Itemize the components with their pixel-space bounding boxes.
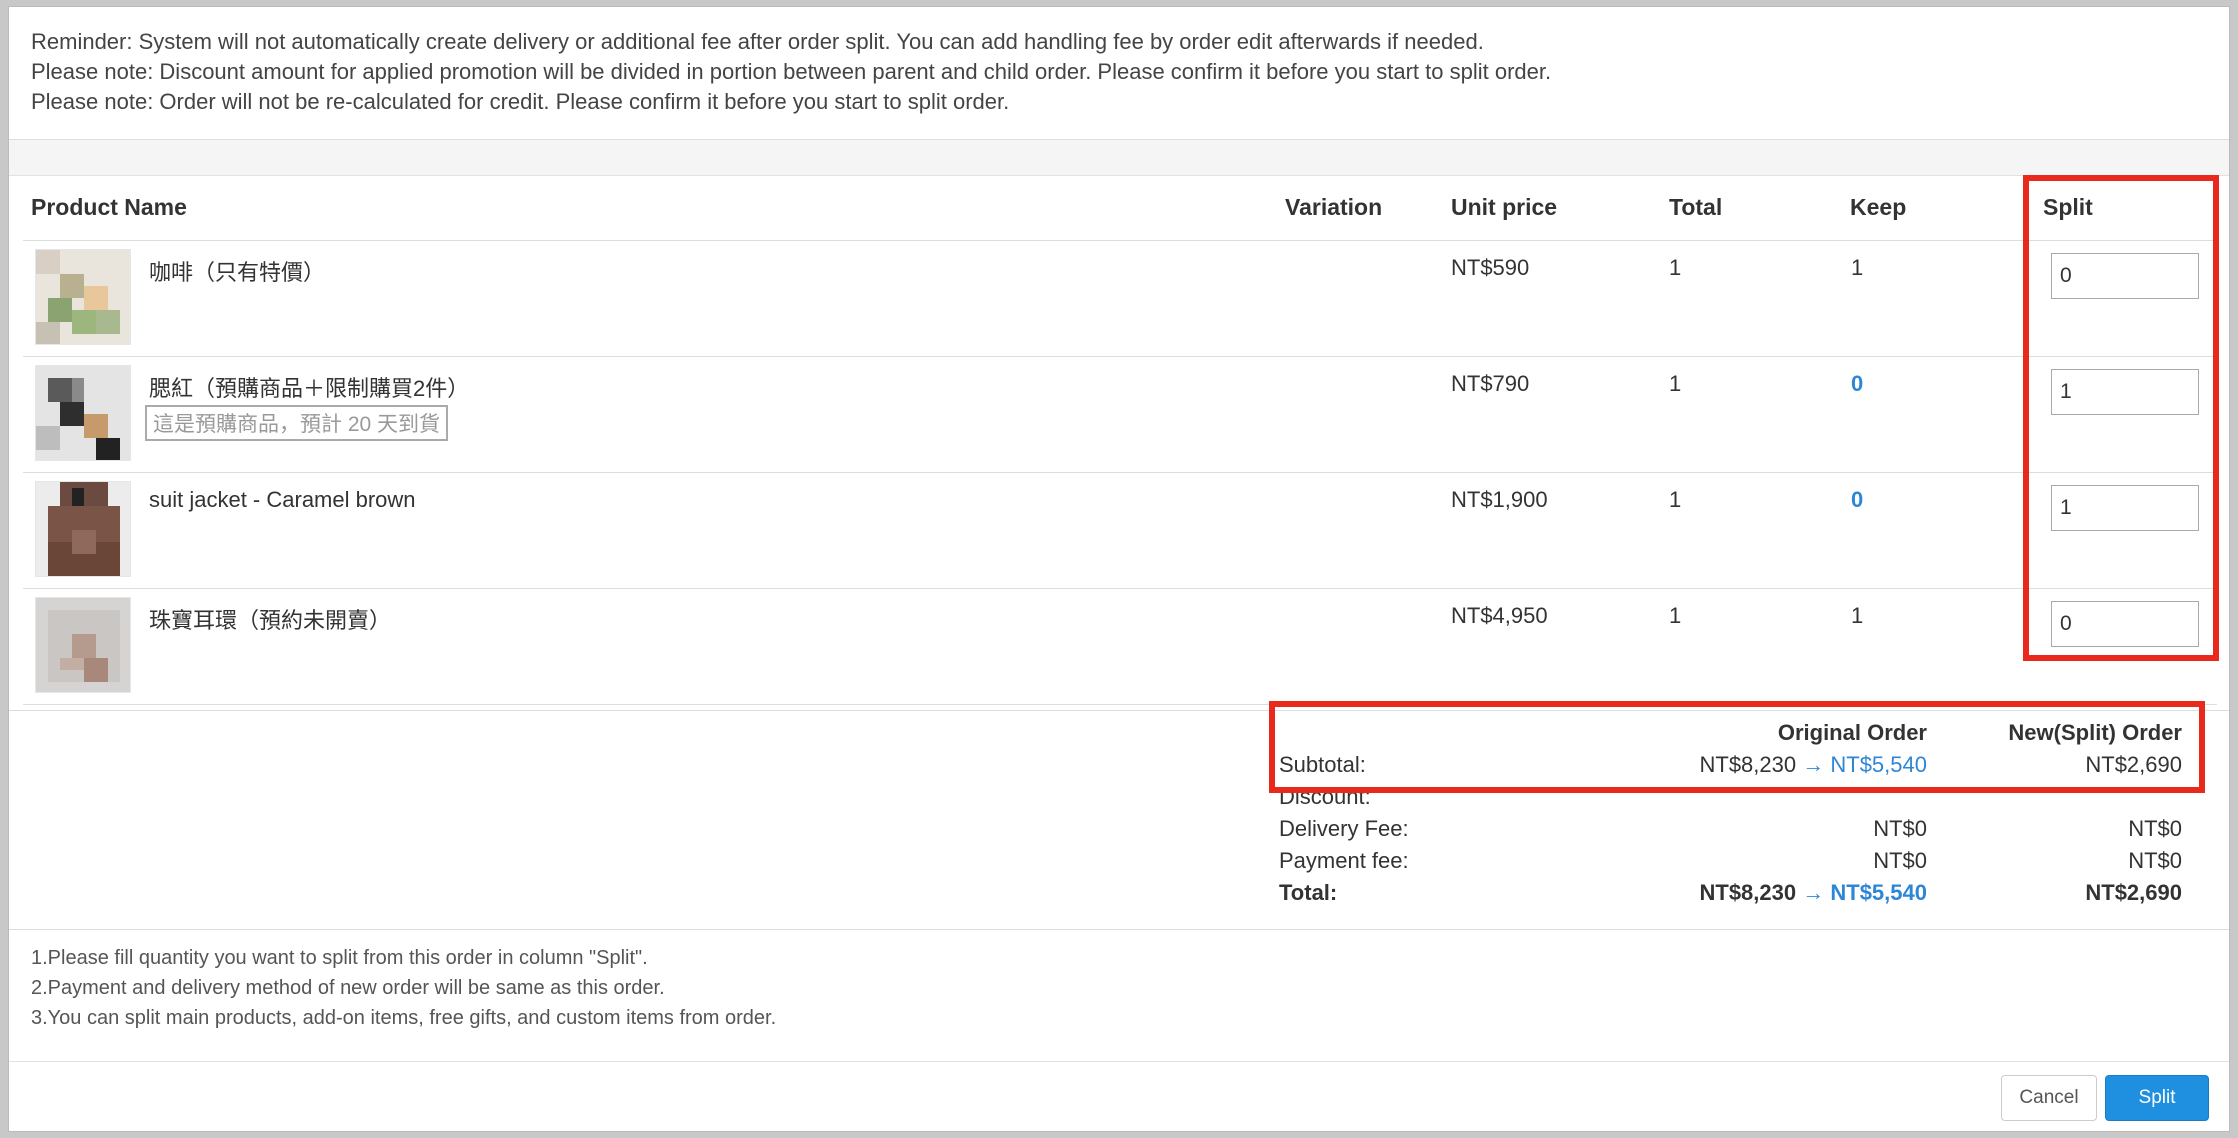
subtotal-new: NT$2,690 (2085, 752, 2182, 777)
split-qty-input[interactable] (2051, 485, 2199, 531)
keep-qty: 1 (1851, 603, 1864, 628)
product-name: 腮紅（預購商品＋限制購買2件） (149, 376, 470, 401)
instruction-line: 3.You can split main products, add-on it… (31, 1007, 777, 1029)
header-product-name: Product Name (31, 194, 187, 220)
preorder-tag: 這是預購商品，預計 20 天到貨 (145, 405, 449, 441)
section-divider (9, 140, 2229, 176)
product-thumbnail (35, 249, 131, 345)
header-keep: Keep (1850, 194, 1907, 220)
total-original-to: NT$5,540 (1830, 880, 1927, 905)
total-qty: 1 (1669, 371, 1682, 396)
product-name: 咖啡（只有特價） (149, 260, 326, 285)
new-order-header: New(Split) Order (2008, 720, 2182, 745)
total-new: NT$2,690 (2085, 880, 2182, 905)
table-row: 咖啡（只有特價） NT$590 1 1 (23, 241, 2217, 357)
table-row: suit jacket - Caramel brown NT$1,900 1 0 (23, 473, 2217, 589)
product-name: suit jacket - Caramel brown (149, 487, 416, 512)
keep-qty: 0 (1851, 487, 1864, 512)
notice-line: Reminder: System will not automatically … (31, 29, 1484, 54)
instructions: 1.Please fill quantity you want to split… (31, 943, 776, 1033)
split-qty-input[interactable] (2051, 369, 2199, 415)
unit-price: NT$4,950 (1451, 603, 1548, 628)
unit-price: NT$790 (1451, 371, 1530, 396)
cancel-button[interactable]: Cancel (2001, 1075, 2097, 1121)
arrow-icon: → (1802, 752, 1825, 777)
arrow-icon: → (1802, 880, 1825, 905)
instruction-line: 2.Payment and delivery method of new ord… (31, 977, 665, 999)
keep-qty: 0 (1851, 371, 1864, 396)
split-qty-input[interactable] (2051, 601, 2199, 647)
delivery-fee-new: NT$0 (2128, 816, 2182, 841)
product-thumbnail (35, 597, 131, 693)
delivery-fee-label: Delivery Fee: (1279, 816, 1409, 841)
table-row: 珠寶耳環（預約未開賣） NT$4,950 1 1 (23, 589, 2217, 705)
unit-price: NT$590 (1451, 255, 1530, 280)
header-split: Split (2043, 194, 2093, 220)
total-original-from: NT$8,230 (1699, 880, 1797, 905)
payment-fee-label: Payment fee: (1279, 848, 1409, 873)
payment-fee-original: NT$0 (1873, 848, 1927, 873)
delivery-fee-original: NT$0 (1873, 816, 1927, 841)
product-thumbnail (35, 365, 131, 461)
unit-price: NT$1,900 (1451, 487, 1548, 512)
total-original: NT$8,230 → NT$5,540 (1700, 880, 1928, 906)
subtotal-original-to: NT$5,540 (1830, 752, 1927, 777)
header-variation: Variation (1285, 194, 1383, 220)
split-order-modal: Reminder: System will not automatically … (8, 6, 2230, 1132)
total-label: Total: (1279, 880, 1338, 905)
original-order-header: Original Order (1777, 720, 1927, 745)
product-name: 珠寶耳環（預約未開賣） (149, 608, 392, 633)
subtotal-original-from: NT$8,230 (1699, 752, 1797, 777)
payment-fee-new: NT$0 (2128, 848, 2182, 873)
notice-line: Please note: Order will not be re-calcul… (31, 89, 1010, 114)
split-button[interactable]: Split (2105, 1075, 2209, 1121)
split-qty-input[interactable] (2051, 253, 2199, 299)
subtotal-label: Subtotal: (1279, 752, 1366, 777)
discount-label: Discount: (1279, 784, 1371, 809)
footer-divider (9, 1061, 2229, 1062)
total-qty: 1 (1669, 487, 1682, 512)
product-thumbnail (35, 481, 131, 577)
notice-panel: Reminder: System will not automatically … (9, 7, 2229, 140)
table-row: 腮紅（預購商品＋限制購買2件） 這是預購商品，預計 20 天到貨 NT$790 … (23, 357, 2217, 473)
keep-qty: 1 (1851, 255, 1864, 280)
header-total: Total (1669, 194, 1723, 220)
total-qty: 1 (1669, 603, 1682, 628)
header-unit-price: Unit price (1451, 194, 1558, 220)
instruction-line: 1.Please fill quantity you want to split… (31, 947, 648, 969)
total-qty: 1 (1669, 255, 1682, 280)
subtotal-original: NT$8,230 → NT$5,540 (1700, 752, 1928, 778)
notice-line: Please note: Discount amount for applied… (31, 59, 1552, 84)
